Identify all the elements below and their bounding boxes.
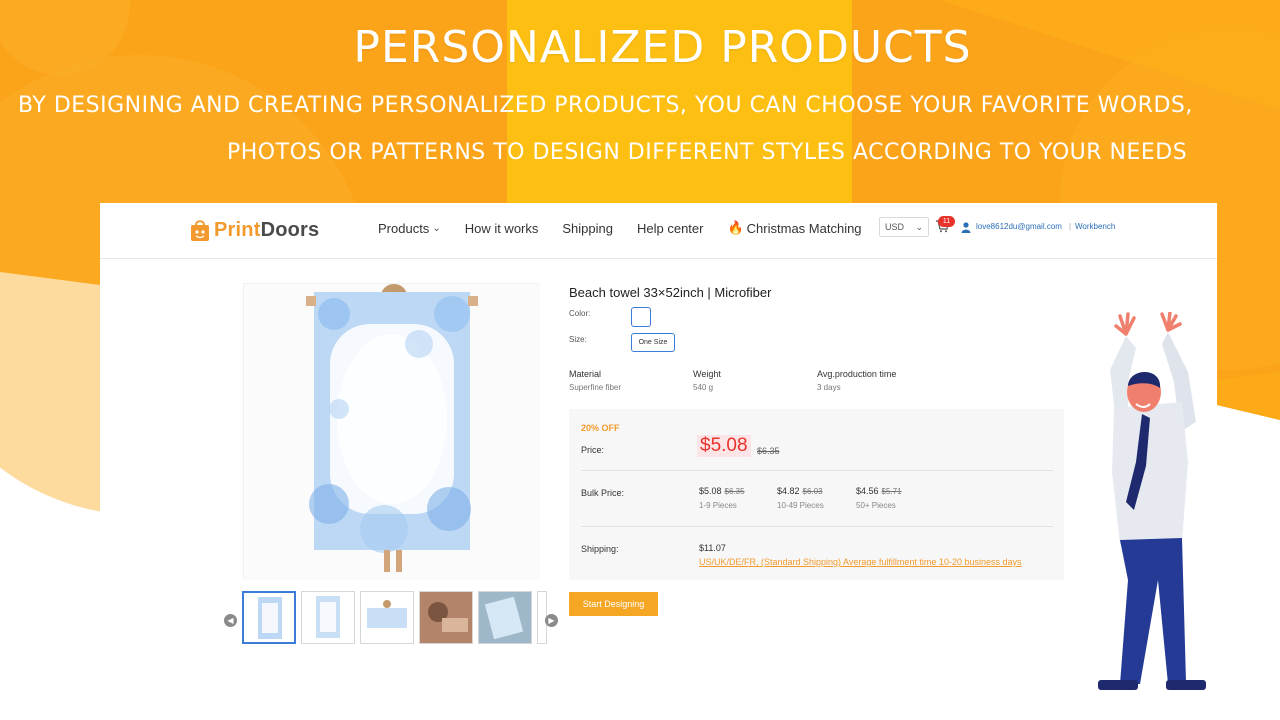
currency-value: USD <box>885 222 905 232</box>
nav-christmas-matching-label: Christmas Matching <box>746 220 862 236</box>
price-label: Price: <box>581 445 605 455</box>
nav-shipping[interactable]: Shipping <box>562 220 613 236</box>
bulk-divider <box>581 526 1053 527</box>
cheering-man-illustration <box>1098 312 1206 690</box>
bulk-price-tier-2: $4.82 $6.03 <box>777 486 823 496</box>
fire-icon: 🔥 <box>727 220 744 235</box>
bulk-price-label: Bulk Price: <box>581 488 625 498</box>
spec-weight-label: Weight <box>693 369 721 379</box>
nav-products-label: Products <box>378 220 430 236</box>
bulk-price-tier-1: $5.08 $6.35 <box>699 486 745 496</box>
size-label: Size: <box>569 335 587 344</box>
product-title: Beach towel 33×52inch | Microfiber <box>569 285 772 300</box>
nav-how-it-works[interactable]: How it works <box>465 220 539 236</box>
banner-title: PERSONALIZED PRODUCTS <box>353 22 972 73</box>
price-panel: 20% OFF Price: $5.08 $6.35 Bulk Price: $… <box>569 409 1064 580</box>
chevron-right-icon[interactable]: ▶ <box>545 614 558 627</box>
thumbnail-3[interactable] <box>360 591 414 644</box>
bulk-price-tier-2-range: 10-49 Pieces <box>777 501 824 510</box>
bulk-price-tier-1-price: $5.08 <box>699 486 722 496</box>
chevron-left-icon[interactable]: ◀ <box>224 614 237 627</box>
spec-material-value: Superfine fiber <box>569 383 622 392</box>
shipping-price: $11.07 <box>699 543 726 553</box>
thumbnail-4[interactable] <box>419 591 473 644</box>
nav-products[interactable]: Products ⌄ <box>378 220 441 236</box>
spec-weight-value: 540 g <box>693 383 714 392</box>
bulk-price-tier-3: $4.56 $5.71 <box>856 486 902 496</box>
logo-text-print: Print <box>214 218 261 241</box>
logo[interactable]: PrintDoors <box>189 216 319 244</box>
thumbnail-5[interactable] <box>478 591 532 644</box>
logo-text-doors: Doors <box>260 218 320 241</box>
main-nav: Products ⌄ How it works Shipping Help ce… <box>378 220 886 236</box>
chevron-down-icon: ⌄ <box>915 221 923 232</box>
nav-help-center[interactable]: Help center <box>637 220 703 236</box>
nav-shipping-label: Shipping <box>562 220 613 236</box>
current-price: $5.08 <box>697 435 751 457</box>
nav-help-center-label: Help center <box>637 220 704 236</box>
user-email-link[interactable]: love8612du@gmail.com <box>976 222 1062 231</box>
cart-count-badge: 11 <box>938 216 955 227</box>
thumbnail-1[interactable] <box>242 591 296 644</box>
discount-badge: 20% OFF <box>581 423 620 433</box>
site-header: PrintDoors Products ⌄ How it works Shipp… <box>100 203 1217 259</box>
logo-text: PrintDoors <box>214 219 319 242</box>
banner-subtitle-line-1: BY DESIGNING AND CREATING PERSONALIZED P… <box>18 93 1193 118</box>
bulk-price-tier-3-original: $5.71 <box>881 487 902 496</box>
shipping-info-link[interactable]: US/UK/DE/FR, (Standard Shipping) Average… <box>699 557 1022 567</box>
bulk-price-tier-1-original: $6.35 <box>724 487 745 496</box>
thumbnail-2[interactable] <box>301 591 355 644</box>
original-price: $6.35 <box>757 446 780 456</box>
user-icon <box>961 222 971 233</box>
banner-subtitle-line-2: PHOTOS OR PATTERNS TO DESIGN DIFFERENT S… <box>227 140 1188 165</box>
website-screenshot: PrintDoors Products ⌄ How it works Shipp… <box>100 203 1217 720</box>
product-main-image <box>243 283 540 580</box>
chevron-down-icon: ⌄ <box>432 222 441 234</box>
nav-how-it-works-label: How it works <box>464 220 539 236</box>
bulk-price-tier-2-price: $4.82 <box>777 486 800 496</box>
bulk-price-tier-2-original: $6.03 <box>802 487 823 496</box>
price-divider <box>581 470 1053 471</box>
bulk-price-tier-1-range: 1-9 Pieces <box>699 501 737 510</box>
shipping-label: Shipping: <box>581 544 619 554</box>
start-designing-button[interactable]: Start Designing <box>569 592 658 616</box>
thumbnail-strip: ◀ ▶ <box>224 590 560 646</box>
shopping-bag-icon <box>191 220 209 241</box>
spec-material-label: Material <box>569 369 602 379</box>
bulk-price-tier-3-price: $4.56 <box>856 486 879 496</box>
nav-christmas-matching[interactable]: 🔥 Christmas Matching <box>727 220 861 236</box>
header-divider: | <box>1069 222 1072 231</box>
spec-production-time-label: Avg.production time <box>817 369 897 379</box>
size-option-one-size[interactable]: One Size <box>631 333 675 352</box>
bulk-price-tier-3-range: 50+ Pieces <box>856 501 896 510</box>
currency-select[interactable]: USD ⌄ <box>879 217 929 237</box>
color-swatch-white[interactable] <box>631 307 651 327</box>
spec-production-time-value: 3 days <box>817 383 841 392</box>
color-label: Color: <box>569 309 591 318</box>
workbench-link[interactable]: Workbench <box>1075 222 1115 231</box>
